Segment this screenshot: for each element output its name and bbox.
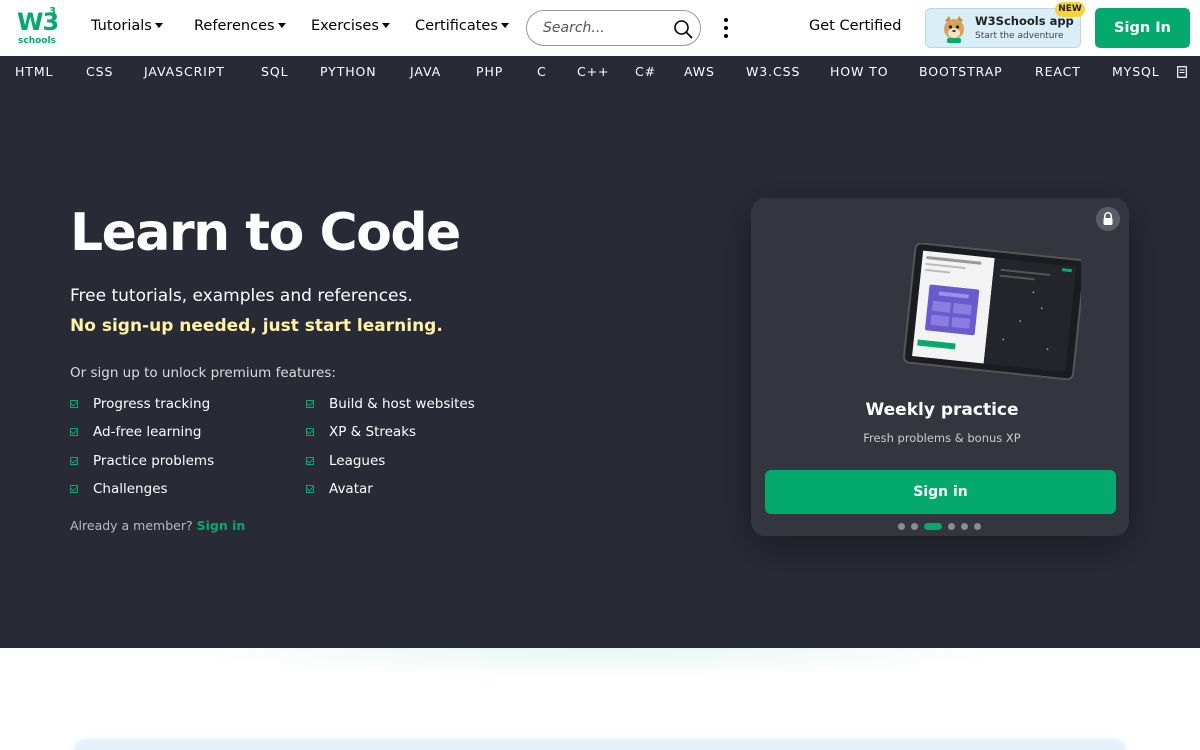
subnav-html[interactable]: HTML	[15, 64, 53, 79]
feature-label: Practice problems	[93, 453, 215, 469]
caret-down-icon	[277, 22, 286, 28]
check-icon	[306, 400, 314, 408]
subnav-mysql[interactable]: MYSQL	[1112, 64, 1160, 79]
menu-certificates[interactable]: Certificates	[415, 18, 509, 34]
subnav-c[interactable]: C	[537, 64, 547, 79]
search-box	[526, 10, 701, 46]
subnav-css[interactable]: CSS	[86, 64, 113, 79]
subnav-w3css[interactable]: W3.CSS	[746, 64, 800, 79]
hero-section: Learn to Code Free tutorials, examples a…	[0, 88, 1200, 648]
carousel-dot-active[interactable]	[924, 523, 942, 530]
sign-in-button[interactable]: Sign In	[1095, 8, 1190, 48]
menu-references-label: References	[194, 18, 275, 34]
mascot-icon	[944, 16, 964, 43]
feature-label: Challenges	[93, 481, 168, 497]
topics-subnav: HTML CSS JAVASCRIPT SQL PYTHON JAVA PHP …	[0, 56, 1200, 88]
feature-label: Leagues	[329, 453, 386, 469]
feature-label: Ad-free learning	[93, 424, 202, 440]
check-icon	[70, 400, 78, 408]
feature-label: Avatar	[329, 481, 373, 497]
new-badge: NEW	[1055, 2, 1085, 17]
subnav-howto[interactable]: HOW TO	[830, 64, 888, 79]
hero-subtitle: Free tutorials, examples and references.	[70, 286, 413, 306]
check-icon	[306, 485, 314, 493]
feature-item: Leagues	[306, 453, 385, 469]
section-glow	[160, 648, 1040, 678]
carousel-dots	[898, 523, 988, 531]
subnav-csharp[interactable]: C#	[635, 64, 656, 79]
menu-tutorials-label: Tutorials	[91, 18, 152, 34]
carousel-dot[interactable]	[898, 523, 905, 530]
feature-label: Progress tracking	[93, 396, 211, 412]
promo-card: Weekly practice Fresh problems & bonus X…	[751, 198, 1129, 536]
next-section-card	[76, 742, 1124, 750]
subnav-react[interactable]: REACT	[1035, 64, 1081, 79]
check-icon	[306, 428, 314, 436]
subnav-python[interactable]: PYTHON	[320, 64, 377, 79]
feature-item: Avatar	[306, 481, 373, 497]
carousel-dot[interactable]	[948, 523, 955, 530]
menu-certificates-label: Certificates	[415, 18, 498, 34]
top-navbar: W3 3 schools Tutorials References Exerci…	[0, 0, 1200, 56]
feature-item: Challenges	[70, 481, 168, 497]
feature-label: XP & Streaks	[329, 424, 417, 440]
carousel-dot[interactable]	[961, 523, 968, 530]
feature-item: Build & host websites	[306, 396, 475, 412]
premium-intro: Or sign up to unlock premium features:	[70, 365, 336, 381]
caret-down-icon	[500, 22, 509, 28]
caret-down-icon	[154, 22, 163, 28]
check-icon	[70, 428, 78, 436]
logo-superscript: 3	[49, 6, 56, 17]
feature-item: Ad-free learning	[70, 424, 201, 440]
feature-item: Progress tracking	[70, 396, 210, 412]
subnav-aws[interactable]: AWS	[684, 64, 715, 79]
already-member-text: Already a member?	[70, 518, 193, 533]
subnav-php[interactable]: PHP	[476, 64, 503, 79]
subnav-bootstrap[interactable]: BOOTSTRAP	[919, 64, 1003, 79]
hero-title: Learn to Code	[70, 203, 461, 263]
search-icon[interactable]	[673, 19, 693, 39]
logo-schools: schools	[18, 36, 56, 46]
search-input[interactable]	[543, 19, 663, 37]
menu-references[interactable]: References	[194, 18, 286, 34]
caret-down-icon	[381, 22, 390, 28]
subnav-javascript[interactable]: JAVASCRIPT	[144, 64, 225, 79]
subnav-java[interactable]: JAVA	[410, 64, 441, 79]
subnav-more-icon[interactable]	[1177, 66, 1187, 78]
card-sign-in-button[interactable]: Sign in	[765, 470, 1116, 514]
check-icon	[306, 457, 314, 465]
tablet-preview-image	[902, 243, 1081, 381]
get-certified-link[interactable]: Get Certified	[809, 18, 901, 34]
lock-icon	[1096, 207, 1120, 231]
menu-exercises-label: Exercises	[311, 18, 379, 34]
already-member: Already a member? Sign in	[70, 518, 245, 533]
sign-in-link[interactable]: Sign in	[197, 518, 246, 533]
check-icon	[70, 457, 78, 465]
app-subtitle: Start the adventure	[975, 31, 1064, 41]
subnav-cpp[interactable]: C++	[577, 64, 609, 79]
subnav-sql[interactable]: SQL	[261, 64, 288, 79]
feature-item: XP & Streaks	[306, 424, 416, 440]
w3schools-logo[interactable]: W3 3 schools	[17, 6, 59, 48]
card-title: Weekly practice	[865, 400, 1019, 420]
carousel-dot[interactable]	[911, 523, 918, 530]
more-options-icon[interactable]	[720, 16, 732, 40]
menu-tutorials[interactable]: Tutorials	[91, 18, 163, 34]
feature-label: Build & host websites	[329, 396, 475, 412]
check-icon	[70, 485, 78, 493]
hero-highlight: No sign-up needed, just start learning.	[70, 316, 443, 336]
feature-item: Practice problems	[70, 453, 214, 469]
menu-exercises[interactable]: Exercises	[311, 18, 390, 34]
card-description: Fresh problems & bonus XP	[863, 431, 1021, 445]
carousel-dot[interactable]	[974, 523, 981, 530]
